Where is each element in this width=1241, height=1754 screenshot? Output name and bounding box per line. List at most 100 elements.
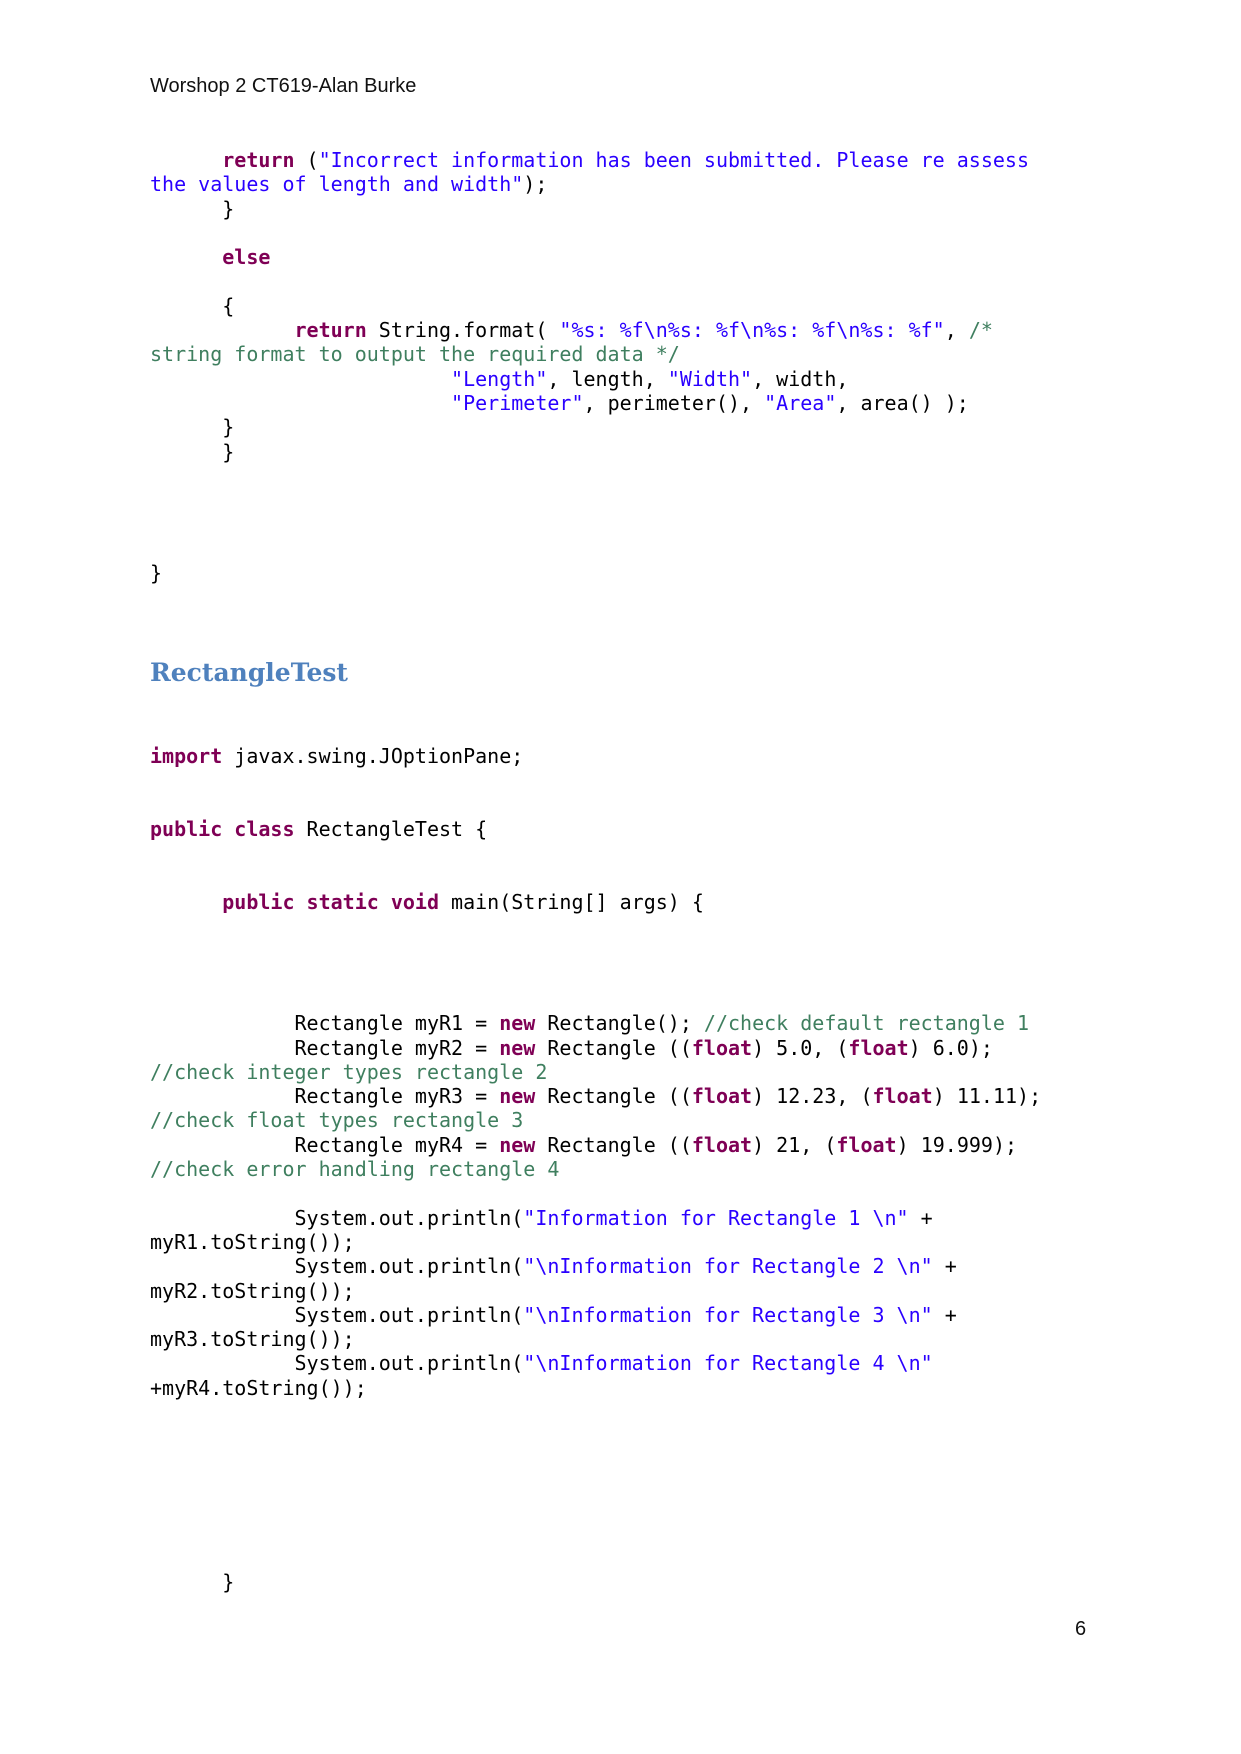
code-text: Rectangle myR4 = bbox=[150, 1132, 500, 1157]
code-keyword: else bbox=[222, 245, 271, 270]
code-line: the values of length and width"); bbox=[150, 172, 1029, 196]
code-string: "\nInformation for Rectangle 2 \n" bbox=[523, 1254, 933, 1279]
code-line: public class RectangleTest { bbox=[150, 817, 1041, 841]
code-line: return String.format( "%s: %f\n%s: %f\n%… bbox=[150, 318, 1029, 342]
code-comment: string format to output the required dat… bbox=[150, 342, 680, 367]
code-keyword: float bbox=[848, 1035, 909, 1060]
code-keyword: new bbox=[499, 1035, 536, 1060]
code-text: , length, bbox=[547, 366, 668, 391]
code-text: String.format( bbox=[366, 318, 560, 343]
code-string: "\nInformation for Rectangle 4 \n" bbox=[523, 1351, 933, 1376]
code-line: { bbox=[150, 294, 1029, 318]
code-keyword: new bbox=[499, 1132, 536, 1157]
code-string: "Information for Rectangle 1 \n" bbox=[523, 1205, 909, 1230]
code-keyword: static bbox=[306, 889, 379, 914]
code-text: main(String[] args) { bbox=[439, 889, 704, 914]
code-line: myR2.toString()); bbox=[150, 1279, 1041, 1303]
code-text: + bbox=[932, 1302, 957, 1327]
code-text: ) 21, ( bbox=[752, 1132, 837, 1157]
code-line: } bbox=[150, 415, 1029, 439]
code-line: } bbox=[150, 197, 1029, 221]
code-text: System.out.println( bbox=[150, 1302, 524, 1327]
code-string: "Incorrect information has been submitte… bbox=[318, 148, 1030, 172]
code-text: ( bbox=[294, 148, 319, 172]
code-text: { bbox=[150, 293, 235, 318]
code-text: ) 5.0, ( bbox=[752, 1035, 849, 1060]
code-keyword: float bbox=[691, 1084, 753, 1109]
code-text: + bbox=[932, 1254, 957, 1279]
code-text: } bbox=[150, 415, 235, 440]
page-header: Worshop 2 CT619-Alan Burke bbox=[150, 75, 417, 97]
code-keyword: float bbox=[691, 1035, 753, 1060]
code-text: ) 11.11); bbox=[932, 1084, 1042, 1109]
code-line: string format to output the required dat… bbox=[150, 342, 1029, 366]
code-text: myR2.toString()); bbox=[150, 1278, 355, 1303]
code-text: System.out.println( bbox=[150, 1205, 524, 1230]
code-string: "Width" bbox=[667, 366, 753, 391]
code-line: Rectangle myR4 = new Rectangle ((float) … bbox=[150, 1133, 1041, 1157]
code-text: Rectangle myR2 = bbox=[150, 1035, 500, 1060]
code-text: Rectangle(); bbox=[535, 1011, 704, 1036]
code-comment: /* bbox=[968, 318, 993, 343]
code-text: myR1.toString()); bbox=[150, 1229, 355, 1254]
code-line: import javax.swing.JOptionPane; bbox=[150, 744, 1041, 768]
code-keyword: class bbox=[234, 816, 295, 841]
code-line: System.out.println("\nInformation for Re… bbox=[150, 1254, 1041, 1278]
code-text: ) 19.999); bbox=[896, 1132, 1018, 1157]
code-line: public static void main(String[] args) { bbox=[150, 890, 1041, 914]
code-text: myR3.toString()); bbox=[150, 1327, 355, 1352]
code-text: Rectangle myR1 = bbox=[150, 1011, 500, 1036]
code-text: ) 12.23, ( bbox=[752, 1084, 873, 1109]
code-line: //check error handling rectangle 4 bbox=[150, 1157, 1041, 1181]
code-keyword: return bbox=[294, 318, 367, 343]
code-keyword: import bbox=[150, 744, 223, 768]
code-text: ); bbox=[523, 172, 548, 197]
code-text: } bbox=[150, 196, 235, 221]
code-line: "Length", length, "Width", width, bbox=[150, 367, 1029, 391]
code-line: myR3.toString()); bbox=[150, 1327, 1041, 1351]
code-line: Rectangle myR2 = new Rectangle ((float) … bbox=[150, 1036, 1041, 1060]
code-string: "Area" bbox=[764, 390, 837, 415]
code-string: "\nInformation for Rectangle 3 \n" bbox=[523, 1302, 933, 1327]
code-string: "%s: %f\n%s: %f\n%s: %f\n%s: %f" bbox=[559, 318, 945, 343]
code-keyword: new bbox=[499, 1084, 536, 1109]
code-block-tostring: return ("Incorrect information has been … bbox=[150, 148, 1029, 585]
code-text: } bbox=[150, 439, 235, 464]
code-text: , bbox=[944, 318, 969, 343]
code-string: "Length" bbox=[451, 366, 548, 391]
code-text: +myR4.toString()); bbox=[150, 1375, 367, 1400]
code-comment: //check error handling rectangle 4 bbox=[150, 1157, 560, 1182]
code-string: "Perimeter" bbox=[451, 390, 584, 415]
code-text: , area() ); bbox=[836, 390, 969, 415]
code-comment: //check integer types rectangle 2 bbox=[150, 1059, 548, 1084]
code-line: System.out.println("\nInformation for Re… bbox=[150, 1303, 1041, 1327]
code-keyword: return bbox=[222, 148, 295, 172]
code-comment: //check float types rectangle 3 bbox=[150, 1108, 524, 1133]
code-string: the values of length and width" bbox=[150, 172, 524, 197]
page-number: 6 bbox=[1075, 1618, 1087, 1640]
code-keyword: float bbox=[872, 1084, 933, 1109]
